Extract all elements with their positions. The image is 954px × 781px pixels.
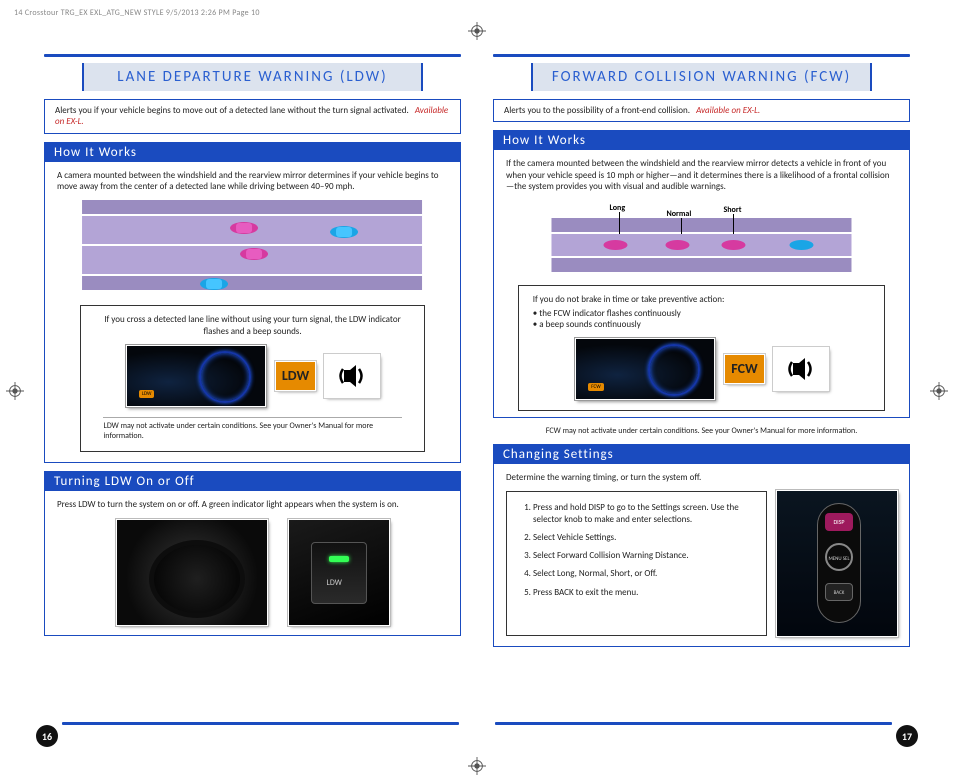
page-number: 17 [896, 725, 918, 747]
step-item: Select Long, Normal, Short, or Off. [533, 568, 754, 579]
section-heading-turning: Turning LDW On or Off [44, 471, 461, 491]
fcw-indicator-icon: FCW [588, 383, 603, 391]
lane-diagram [80, 200, 424, 295]
section-heading-how-it-works: How It Works [493, 130, 910, 150]
turning-text: Press LDW to turn the system on or off. … [57, 499, 448, 510]
honda-logo-icon [187, 570, 201, 582]
ldw-indicator-icon: LDW [139, 390, 155, 398]
rule-bottom [495, 722, 892, 725]
inner-lead: If you do not brake in time or take prev… [533, 294, 871, 305]
dashboard-photo: LDW [126, 345, 266, 407]
section-heading-settings: Changing Settings [493, 444, 910, 464]
page-number: 16 [36, 725, 58, 747]
disp-button-icon: DISP [825, 513, 853, 531]
availability-note: Available on EX-L. [696, 105, 760, 116]
intro-box: Alerts you if your vehicle begins to mov… [44, 99, 461, 134]
how-it-works-text: If the camera mounted between the windsh… [506, 158, 897, 192]
settings-steps: Press and hold DISP to go to the Setting… [506, 491, 767, 636]
registration-mark-icon [468, 22, 486, 40]
inner-callout: If you cross a detected lane line withou… [80, 305, 424, 452]
page-title: FORWARD COLLISION WARNING (FCW) [531, 63, 873, 91]
section-body-settings: Determine the warning timing, or turn th… [493, 464, 910, 647]
how-it-works-text: A camera mounted between the windshield … [57, 170, 448, 193]
step-item: Press BACK to exit the menu. [533, 587, 754, 598]
speaker-icon [325, 355, 379, 397]
section-heading-how-it-works: How It Works [44, 142, 461, 162]
section-body-turning: Press LDW to turn the system on or off. … [44, 491, 461, 636]
rule-top [44, 54, 461, 57]
intro-text: Alerts you if your vehicle begins to mov… [55, 105, 409, 116]
footnote: FCW may not activate under certain condi… [505, 426, 898, 436]
ldw-button-photo: LDW [289, 520, 389, 625]
footnote: LDW may not activate under certain condi… [103, 417, 401, 441]
led-indicator-icon [329, 556, 349, 562]
section-body-how-it-works: A camera mounted between the windshield … [44, 162, 461, 463]
step-item: Press and hold DISP to go to the Setting… [533, 502, 754, 525]
rule-bottom [62, 722, 459, 725]
steering-wheel-photo [117, 520, 267, 625]
back-button-icon: BACK [825, 583, 853, 601]
label-normal: Normal [667, 209, 692, 219]
settings-text: Determine the warning timing, or turn th… [506, 472, 897, 483]
intro-box: Alerts you to the possibility of a front… [493, 99, 910, 122]
label-long: Long [610, 203, 626, 213]
page-left: LANE DEPARTURE WARNING (LDW) Alerts you … [38, 50, 467, 743]
inner-bullets: • the FCW indicator flashes continuously… [533, 308, 871, 331]
bullet: • the FCW indicator flashes continuously [533, 308, 871, 319]
ldw-badge: LDW [276, 362, 315, 390]
control-panel-photo: DISP MENU SEL BACK [777, 491, 897, 636]
intro-text: Alerts you to the possibility of a front… [504, 105, 690, 116]
bullet: • a beep sounds continuously [533, 319, 871, 330]
inner-caption: If you cross a detected lane line withou… [95, 314, 409, 337]
ldw-button-label: LDW [327, 578, 342, 588]
section-body-how-it-works: If the camera mounted between the windsh… [493, 150, 910, 418]
page-right: FORWARD COLLISION WARNING (FCW) Alerts y… [487, 50, 916, 743]
print-header: 14 Crosstour TRG_EX EXL_ATG_NEW STYLE 9/… [14, 8, 260, 18]
label-short: Short [724, 205, 742, 215]
distance-diagram: Long Normal Short [549, 200, 854, 275]
speaker-icon [774, 348, 828, 390]
registration-mark-icon [6, 382, 24, 400]
inner-callout: If you do not brake in time or take prev… [518, 285, 886, 411]
registration-mark-icon [468, 757, 486, 775]
dashboard-photo: FCW [575, 338, 715, 400]
fcw-badge: FCW [725, 355, 763, 383]
rule-top [493, 54, 910, 57]
step-item: Select Forward Collision Warning Distanc… [533, 550, 754, 561]
page-title: LANE DEPARTURE WARNING (LDW) [82, 63, 424, 91]
step-item: Select Vehicle Settings. [533, 532, 754, 543]
registration-mark-icon [930, 382, 948, 400]
